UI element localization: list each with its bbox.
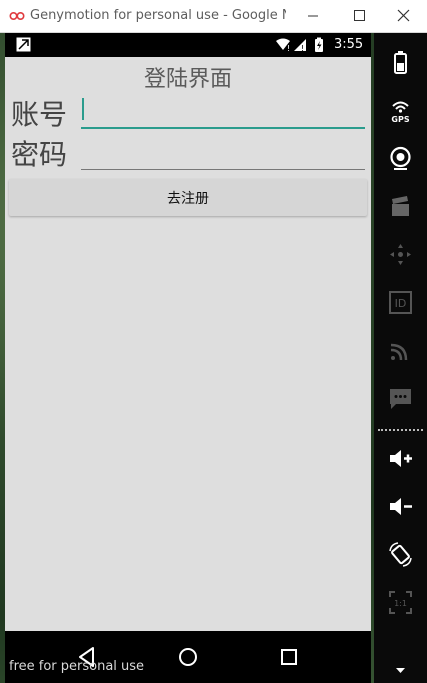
- camera-icon[interactable]: [387, 145, 414, 172]
- account-label: 账号: [11, 98, 68, 131]
- navigation-bar: [5, 631, 371, 683]
- svg-text:!: !: [301, 44, 304, 53]
- genymotion-logo-icon: [9, 11, 25, 21]
- text-cursor: [82, 98, 84, 120]
- svg-text:!: !: [287, 44, 290, 53]
- close-button[interactable]: [381, 0, 427, 32]
- gps-icon[interactable]: GPS: [387, 97, 414, 124]
- rotate-icon[interactable]: [387, 541, 414, 568]
- side-divider: [378, 429, 423, 431]
- battery-widget-icon[interactable]: [387, 49, 414, 76]
- gps-label: GPS: [391, 115, 409, 124]
- id-label: ID: [395, 297, 407, 310]
- minimize-button[interactable]: [290, 0, 336, 32]
- cast-icon[interactable]: [387, 337, 414, 364]
- maximize-icon: [354, 10, 365, 21]
- status-icons: ! !: [276, 37, 323, 53]
- scale-label: 1:1: [394, 599, 407, 608]
- pixel-perfect-icon[interactable]: 1:1: [387, 589, 414, 616]
- password-input[interactable]: [81, 139, 365, 170]
- expand-arrow-icon[interactable]: [387, 661, 414, 677]
- account-input[interactable]: [81, 97, 365, 129]
- watermark-text: free for personal use: [9, 659, 145, 674]
- volume-up-icon[interactable]: [387, 445, 414, 472]
- status-clock: 3:55: [334, 37, 364, 52]
- android-device: ! ! 3:55 登陆界面 账号 密码 去注册: [5, 33, 371, 631]
- clapperboard-icon[interactable]: [387, 193, 414, 220]
- window-titlebar[interactable]: Genymotion for personal use - Google Ne.…: [0, 0, 427, 33]
- id-icon[interactable]: ID: [387, 289, 414, 316]
- genymotion-side-panel: GPS ID 1:1: [374, 33, 427, 683]
- sms-icon[interactable]: [387, 385, 414, 412]
- minimize-icon: [308, 15, 318, 17]
- dpad-icon[interactable]: [387, 241, 414, 268]
- register-button[interactable]: 去注册: [9, 179, 367, 216]
- signal-icon: !: [294, 39, 306, 53]
- recent-apps-icon[interactable]: [275, 643, 303, 671]
- genymotion-window: Genymotion for personal use - Google Ne.…: [0, 0, 427, 683]
- maximize-button[interactable]: [336, 0, 382, 32]
- status-bar: ! ! 3:55: [5, 33, 371, 57]
- close-icon: [397, 9, 410, 22]
- password-label: 密码: [11, 138, 68, 171]
- home-icon[interactable]: [174, 643, 202, 671]
- volume-down-icon[interactable]: [387, 493, 414, 520]
- login-screen: 登陆界面 账号 密码 去注册: [5, 57, 371, 631]
- page-title: 登陆界面: [143, 67, 232, 92]
- notification-icon: [16, 37, 31, 52]
- battery-icon: [315, 37, 323, 52]
- wifi-icon: !: [276, 38, 290, 53]
- window-title: Genymotion for personal use - Google Ne.…: [30, 8, 286, 23]
